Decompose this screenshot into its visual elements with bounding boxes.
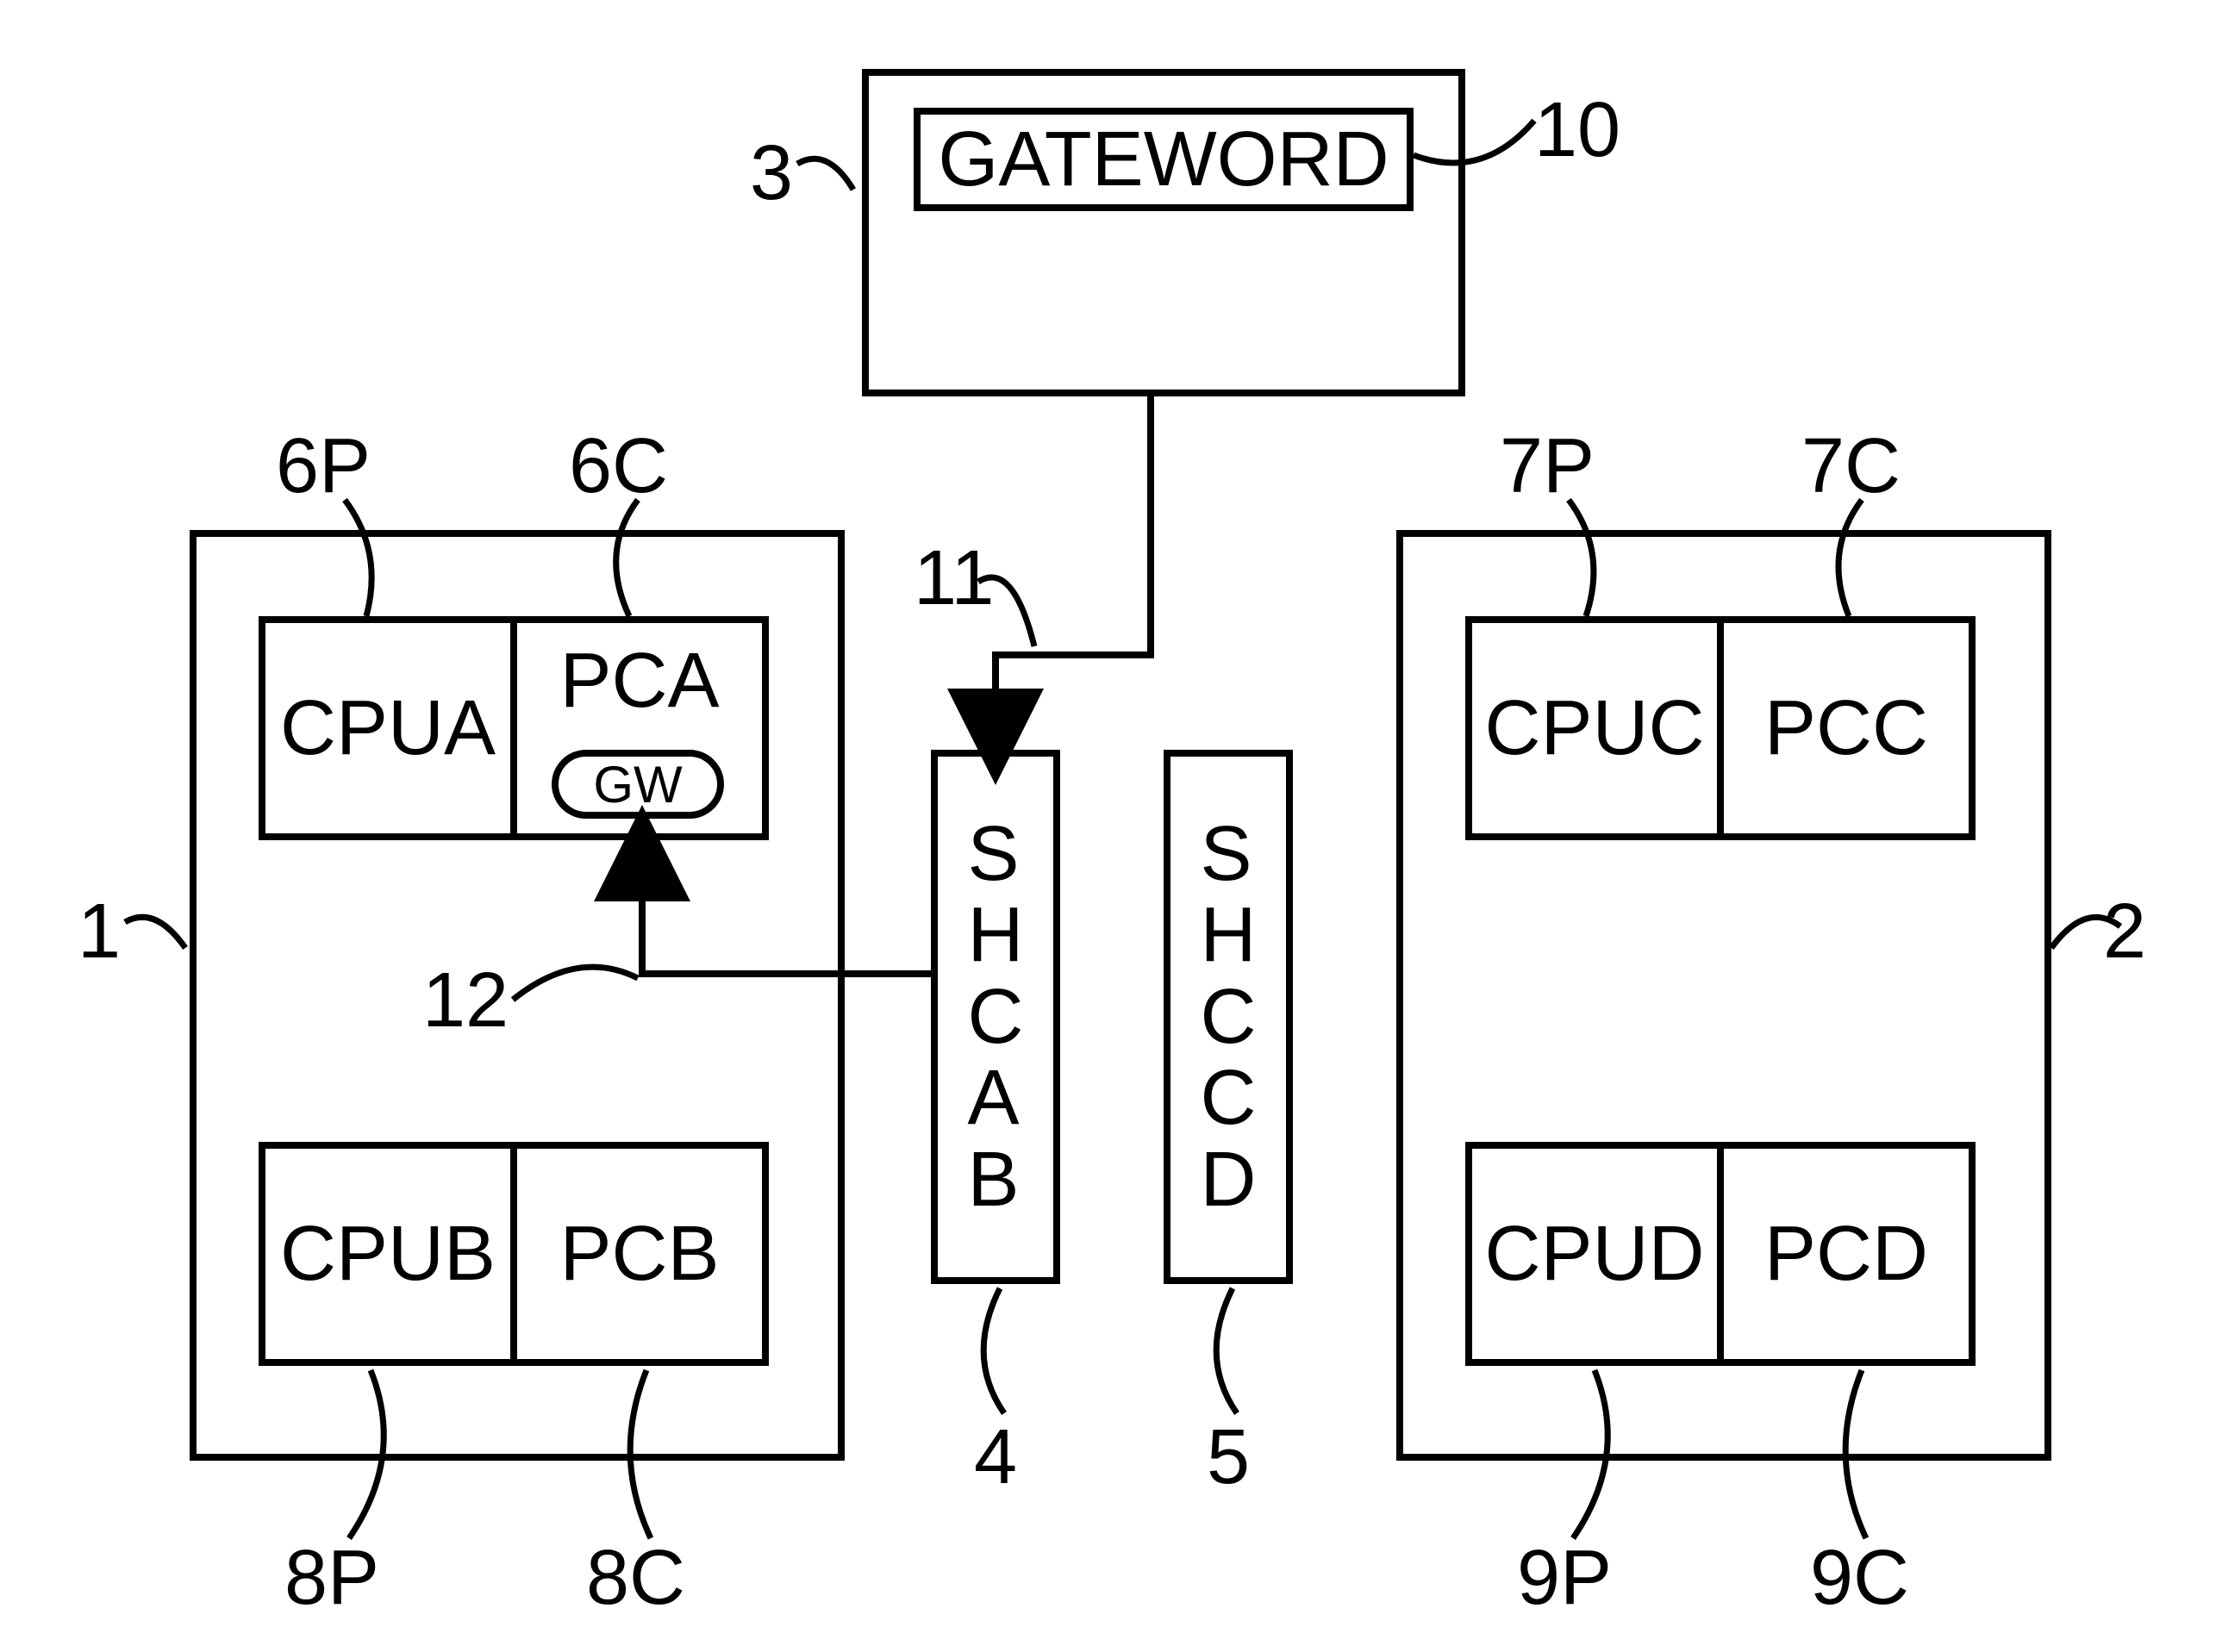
lead-8C [621,1370,690,1543]
shcab-label: S H C A B [968,814,1024,1221]
ref-9C: 9C [1810,1534,1909,1623]
pcB-label: PCB [559,1210,719,1299]
ref-4: 4 [974,1413,1017,1502]
lead-2 [2051,905,2129,982]
lead-3 [793,146,871,224]
ref-6P: 6P [276,422,371,511]
ref-7C: 7C [1801,422,1901,511]
lead-9P [1569,1370,1638,1543]
lead-5 [1207,1288,1276,1418]
gateword-box: GATEWORD [914,108,1414,211]
cpuB-label: CPUB [280,1210,496,1299]
ref-8P: 8P [284,1534,379,1623]
cpuB-box: CPUB [259,1142,517,1366]
pcC-box: PCC [1717,616,1976,840]
pcD-label: PCD [1764,1210,1928,1299]
lead-9C [1836,1370,1905,1543]
ref-6C: 6C [569,422,668,511]
ref-3: 3 [750,129,793,218]
cpuA-label: CPUA [280,684,496,773]
lead-8P [345,1370,414,1543]
pcD-box: PCD [1717,1142,1976,1366]
lead-12 [509,965,646,1034]
ref-12: 12 [422,957,509,1045]
cpuA-box: CPUA [259,616,517,840]
pcA-label: PCA [559,637,719,726]
pcB-box: PCB [510,1142,769,1366]
cpuC-label: CPUC [1484,684,1704,773]
lead-10 [1414,112,1543,190]
lead-1 [121,905,198,982]
pcC-label: PCC [1764,684,1928,773]
lead-7P [1551,500,1620,620]
lead-6P [336,500,405,620]
shccd-box: S H C C D [1164,750,1293,1284]
shccd-label: S H C C D [1201,814,1257,1221]
lead-6C [603,500,672,620]
ref-9P: 9P [1517,1534,1612,1623]
shcab-box: S H C A B [931,750,1060,1284]
ref-7P: 7P [1500,422,1595,511]
ref-10: 10 [1534,86,1620,175]
lead-4 [974,1288,1043,1418]
gw-label: GW [593,755,682,814]
cpuD-label: CPUD [1484,1210,1704,1299]
ref-5: 5 [1207,1413,1250,1502]
lead-11 [974,569,1052,655]
ref-1: 1 [78,888,121,976]
cpuC-box: CPUC [1465,616,1724,840]
arrow-12 [629,840,939,995]
gw-pill: GW [552,750,724,819]
lead-7C [1827,500,1896,620]
diagram-stage: GATEWORD 3 10 CPUA PCA GW CPUB PCB 1 6P … [0,0,2216,1652]
ref-8C: 8C [586,1534,685,1623]
cpuD-box: CPUD [1465,1142,1724,1366]
gateword-label: GATEWORD [938,115,1389,204]
